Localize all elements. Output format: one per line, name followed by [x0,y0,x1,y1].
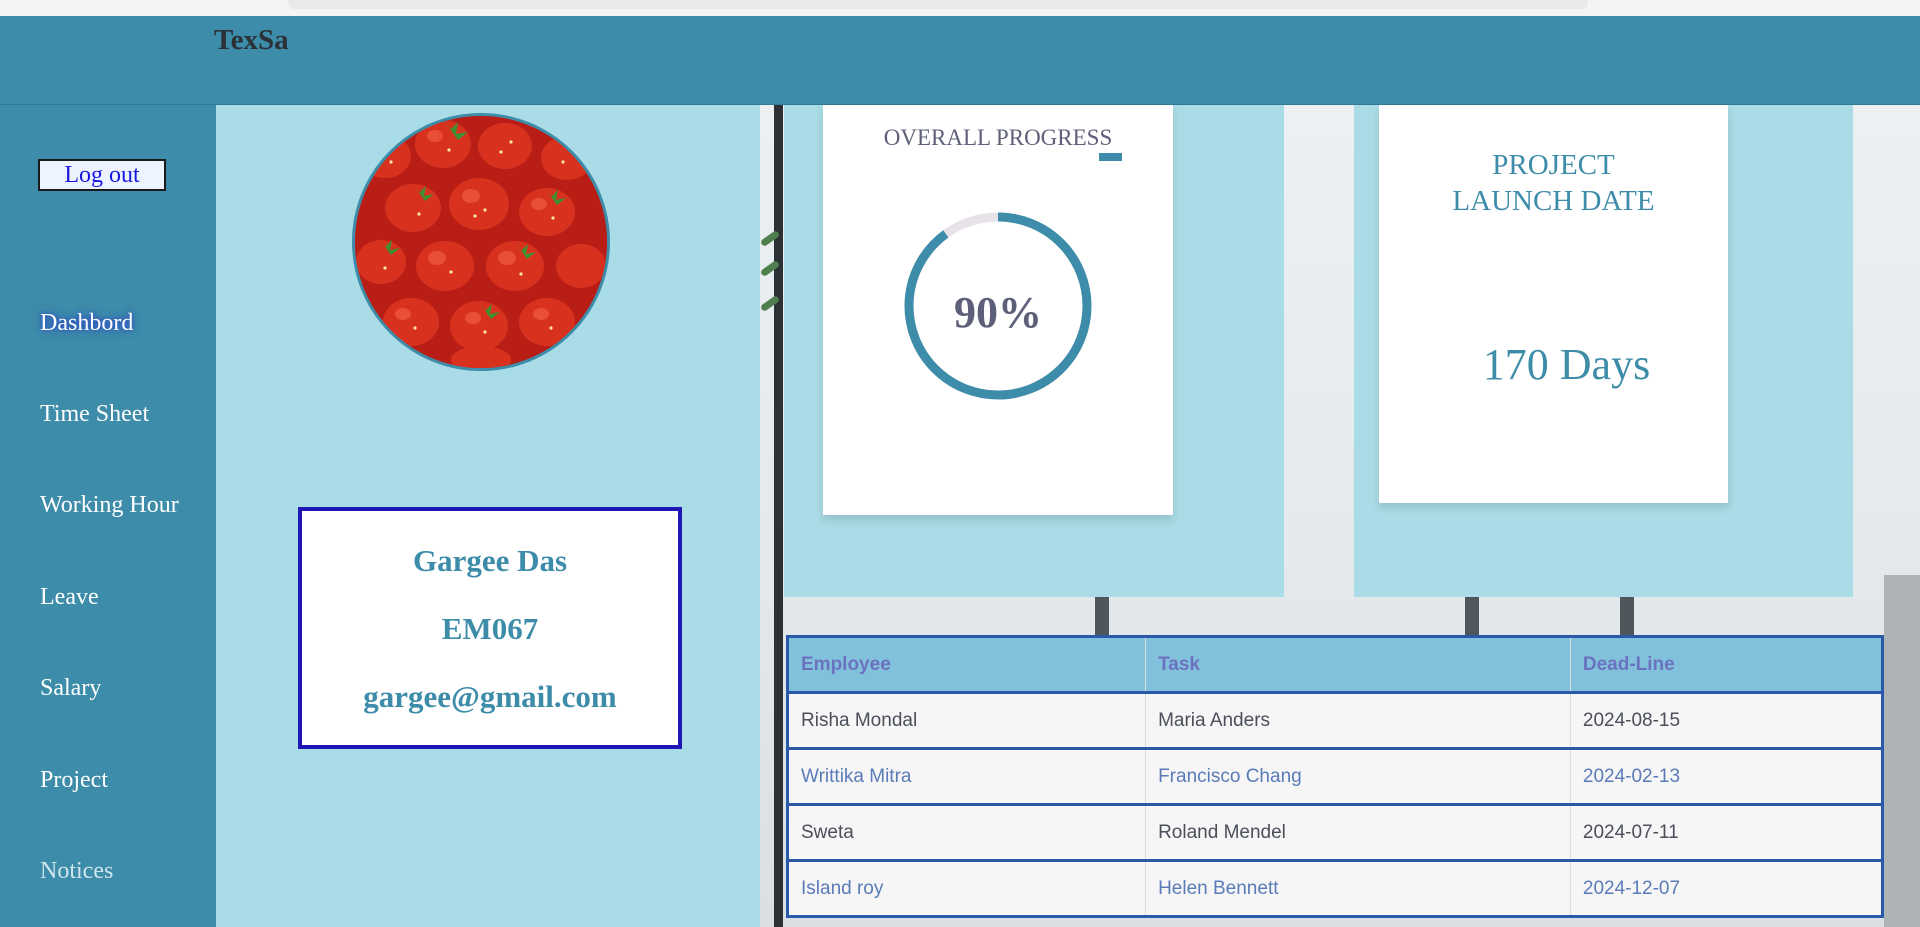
employee-email: gargee@gmail.com [363,679,617,714]
avatar [352,113,610,371]
sidebar-item-salary[interactable]: Salary [40,675,101,702]
cell-employee: Island roy [787,860,1147,918]
cell-task: Roland Mendel [1145,804,1571,862]
window-pole [1620,597,1634,637]
cell-deadline: 2024-02-13 [1570,748,1884,806]
column-header-employee: Employee [787,636,1147,694]
strawberries-photo-icon [355,116,607,368]
window-frame [774,105,783,927]
table-row: Writtika Mitra Francisco Chang 2024-02-1… [787,748,1884,806]
cell-employee: Sweta [787,804,1147,862]
sidebar-item-dashboard[interactable]: Dashbord [40,310,133,337]
cell-task: Francisco Chang [1145,748,1571,806]
employee-name: Gargee Das [412,543,568,578]
cell-deadline: 2024-08-15 [1570,692,1884,750]
launch-title: PROJECT LAUNCH DATE [1379,147,1728,219]
profile-panel: Gargee Das EM067 gargee@gmail.com [216,105,760,927]
task-table: Employee Task Dead-Line Risha Mondal Mar… [786,635,1884,918]
cell-task: Maria Anders [1145,692,1571,750]
window-frame-right [1884,575,1920,927]
browser-chrome-strip [0,0,1920,17]
brand-title: TexSa [214,24,289,56]
progress-value: 90% [954,288,1042,337]
sidebar-item-leave[interactable]: Leave [40,584,99,611]
browser-scrollbar[interactable] [288,0,1588,9]
table-header-row: Employee Task Dead-Line [787,636,1884,694]
cell-employee: Writtika Mitra [787,748,1147,806]
table-row: Island roy Helen Bennett 2024-12-07 [787,860,1884,918]
title-accent-bar [1099,153,1122,161]
sidebar-item-time-sheet[interactable]: Time Sheet [40,401,149,428]
top-header: TexSa [0,16,1920,105]
cell-employee: Risha Mondal [787,692,1147,750]
cell-deadline: 2024-12-07 [1570,860,1884,918]
table-row: Risha Mondal Maria Anders 2024-08-15 [787,692,1884,750]
logout-button[interactable]: Log out [38,159,166,191]
employee-id: EM067 [441,611,539,646]
progress-title: OVERALL PROGRESS [883,125,1113,150]
profile-card: Gargee Das EM067 gargee@gmail.com [298,507,682,749]
column-header-deadline: Dead-Line [1570,636,1884,694]
launch-days-value: 170 Days [1482,340,1651,389]
column-header-task: Task [1145,636,1571,694]
progress-card: OVERALL PROGRESS 90% [823,105,1173,515]
sidebar-item-notices[interactable]: Notices [40,858,113,885]
cell-task: Helen Bennett [1145,860,1571,918]
launch-date-card: PROJECT LAUNCH DATE 170 Days [1379,105,1728,503]
sidebar-item-working-hour[interactable]: Working Hour [40,492,179,519]
window-pole [1465,597,1479,637]
window-pole [1095,597,1109,637]
cell-deadline: 2024-07-11 [1570,804,1884,862]
launch-title-line2: LAUNCH DATE [1452,185,1655,217]
table-row: Sweta Roland Mendel 2024-07-11 [787,804,1884,862]
sidebar-item-project[interactable]: Project [40,767,108,794]
sidebar: Log out Dashbord Time Sheet Working Hour… [0,105,216,927]
launch-title-line1: PROJECT [1492,149,1615,181]
